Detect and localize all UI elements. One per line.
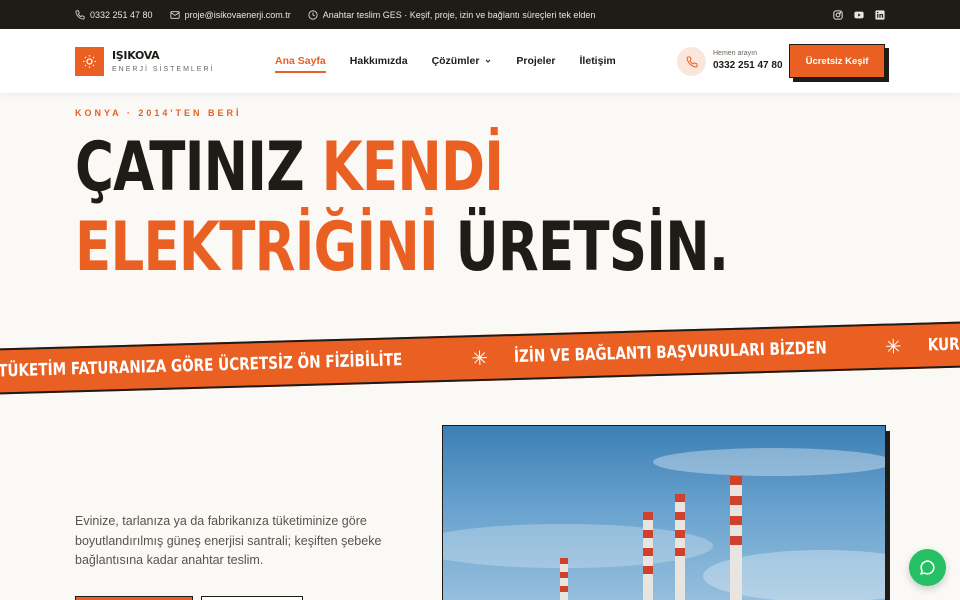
ribbon-item: KURULUM SONRASI UZAKTAN ÜRETİM İZLEME	[927, 326, 960, 356]
hero-image	[442, 425, 886, 600]
nav-item-solutions-label: Çözümler	[431, 55, 480, 67]
chimney-photo	[443, 448, 885, 600]
nav-item-contact[interactable]: İletişim	[580, 55, 616, 67]
topbar-phone-text: 0332 251 47 80	[90, 9, 153, 20]
nav-item-home[interactable]: Ana Sayfa	[275, 55, 326, 73]
chat-button[interactable]	[909, 549, 946, 586]
mail-icon	[169, 10, 180, 19]
ribbon-separator: ✳	[884, 335, 903, 359]
top-bar: 0332 251 47 80 proje@isikovaenerji.com.t…	[0, 0, 960, 29]
main-nav: Ana Sayfa Hakkımızda Çözümler Projeler İ…	[275, 55, 640, 73]
ribbon-item: İZİN VE BAĞLANTI BAŞVURULARI BİZDEN	[513, 338, 828, 368]
call-number[interactable]: 0332 251 47 80	[713, 60, 783, 71]
hero-title: ÇATINIZ KENDİ ELEKTRİĞİNİ ÜRETSİN.	[75, 128, 729, 288]
instagram-icon[interactable]	[833, 9, 843, 20]
brand-name[interactable]: IŞIKOVA	[112, 49, 160, 62]
nav-item-solutions[interactable]: Çözümler	[432, 55, 493, 67]
primary-button[interactable]	[75, 596, 193, 600]
hero-title-part: ÇATINIZ	[75, 128, 322, 207]
topbar-info-text: Anahtar teslim GES · Keşif, proje, izin …	[322, 9, 596, 20]
brand-subtitle: ENERJİ SİSTEMLERİ	[112, 66, 215, 73]
hero-description: Evinize, tarlanıza ya da fabrikanıza tük…	[75, 514, 382, 567]
hero-eyebrow: KONYA · 2014'TEN BERİ	[75, 108, 242, 118]
hero-title-accent: KENDİ	[321, 128, 504, 207]
topbar-email[interactable]: proje@isikovaenerji.com.tr	[169, 9, 291, 20]
youtube-icon[interactable]	[854, 10, 864, 20]
nav-item-about[interactable]: Hakkımızda	[350, 55, 408, 67]
logo-mark[interactable]	[75, 47, 104, 76]
site-header: IŞIKOVA ENERJİ SİSTEMLERİ Ana Sayfa Hakk…	[0, 29, 960, 93]
clock-icon	[308, 9, 318, 20]
topbar-email-text: proje@isikovaenerji.com.tr	[184, 9, 291, 20]
chat-bubble-icon	[920, 560, 935, 575]
chevron-down-icon	[486, 59, 491, 63]
topbar-phone[interactable]: 0332 251 47 80	[75, 10, 153, 20]
call-button[interactable]	[677, 47, 706, 76]
topbar-info: Anahtar teslim GES · Keşif, proje, izin …	[308, 9, 596, 20]
sun-icon	[83, 55, 96, 68]
ribbon-separator: ✳	[471, 347, 489, 370]
hero-title-part: ÜRETSİN.	[437, 208, 729, 287]
secondary-button[interactable]	[201, 596, 303, 600]
phone-icon	[75, 9, 85, 20]
hero-title-accent: ELEKTRİĞİNİ	[75, 208, 439, 287]
social-links	[833, 9, 885, 20]
free-survey-button[interactable]: Ücretsiz Keşif	[789, 44, 885, 78]
nav-item-projects[interactable]: Projeler	[516, 55, 555, 67]
phone-icon	[686, 55, 698, 67]
marquee-ribbon: TÜKETİM FATURANIZA GÖRE ÜCRETSİZ ÖN FİZİ…	[0, 320, 960, 396]
linkedin-icon[interactable]	[875, 9, 885, 20]
call-label: Hemen arayın	[713, 50, 757, 57]
ribbon-item: TÜKETİM FATURANIZA GÖRE ÜCRETSİZ ÖN FİZİ…	[0, 350, 403, 382]
